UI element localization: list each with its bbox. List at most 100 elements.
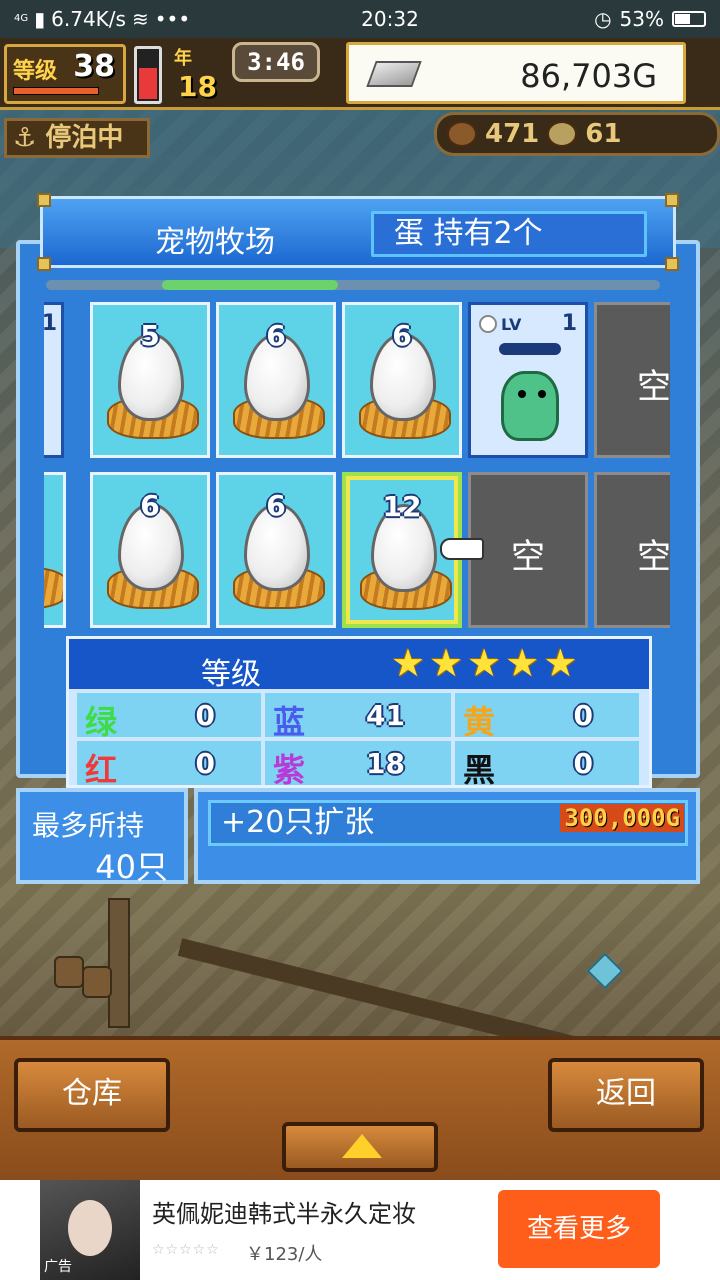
- portrait-icon: [68, 1200, 112, 1256]
- day-value: 18: [178, 70, 217, 103]
- stat-color-name: 黑: [463, 751, 496, 789]
- empty-label: 空: [637, 537, 670, 577]
- status-time: 20:32: [361, 7, 419, 31]
- exp-bar: [13, 87, 99, 95]
- ad-image[interactable]: 广告: [40, 1180, 140, 1280]
- status-left: 4G ▮ 6.74K/s ≋ •••: [14, 7, 254, 31]
- stat-color-name: 绿: [85, 703, 118, 741]
- egg-slot[interactable]: 6: [216, 472, 336, 628]
- bottom-bar: 仓库 返回: [0, 1036, 720, 1180]
- scroll-thumb[interactable]: [162, 280, 338, 290]
- corner-ornament: [37, 257, 51, 271]
- level-stats: 等级 ★ ★ ★ ★ ★ 绿 0 蓝 41 黄 0 红 0 紫 18 黑 0: [66, 636, 652, 789]
- capacity-label: 最多所持: [32, 809, 145, 842]
- ad-price: ￥123/人: [246, 1244, 323, 1265]
- stamina-gauge: [134, 46, 162, 104]
- stat-color-name: 蓝: [273, 703, 306, 741]
- stats-title: 等级: [201, 657, 261, 692]
- coin-icon: [547, 121, 578, 147]
- egg-count: 蛋 持有2个: [371, 211, 647, 257]
- network-speed: 6.74K/s: [51, 7, 126, 31]
- pet-slot-partial[interactable]: 1: [44, 302, 64, 458]
- warehouse-button[interactable]: 仓库: [14, 1058, 170, 1132]
- star-icon: ★: [467, 641, 502, 685]
- more-dots: •••: [154, 7, 191, 31]
- network-type: 4G: [14, 13, 29, 24]
- empty-label: 空: [637, 367, 670, 407]
- stats-row: 绿 0 蓝 41 黄 0: [77, 693, 643, 741]
- egg-slot[interactable]: 6: [216, 302, 336, 458]
- battery-icon: [672, 11, 706, 27]
- ad-cta-button[interactable]: 查看更多: [498, 1190, 660, 1268]
- dock-status-label: 停泊中: [45, 123, 124, 153]
- ad-headline[interactable]: 英佩妮迪韩式半永久定妆: [152, 1194, 416, 1229]
- gold-display: 86,703G: [346, 42, 686, 104]
- egg-slot-partial[interactable]: [44, 472, 66, 628]
- egg-slot[interactable]: 6: [90, 472, 210, 628]
- game-clock: 3:46: [232, 42, 320, 82]
- date-box: 年 18: [170, 44, 230, 104]
- pet-level: 1: [44, 311, 57, 336]
- corner-ornament: [665, 193, 679, 207]
- gold-amount: 86,703G: [520, 57, 657, 95]
- barrel: [82, 966, 112, 998]
- expand-box: +20只扩张 300,000G: [194, 788, 700, 884]
- star-icon: ★: [391, 641, 426, 685]
- ad-tag: 广告: [44, 1259, 72, 1275]
- star-rating: ★ ★ ★ ★ ★: [391, 643, 577, 683]
- element-orb-icon: [479, 315, 497, 333]
- empty-slot[interactable]: 空: [468, 472, 588, 628]
- panel-title: 宠物牧场: [155, 225, 275, 260]
- egg-number: 6: [266, 489, 286, 522]
- corner-ornament: [665, 257, 679, 271]
- ad-rating: ☆☆☆☆☆: [152, 1242, 220, 1258]
- resource-b-value: 61: [585, 119, 622, 149]
- star-icon: ★: [505, 641, 540, 685]
- pet-level: 1: [561, 311, 577, 336]
- pet-slot[interactable]: LV 1: [468, 302, 588, 458]
- back-button[interactable]: 返回: [548, 1058, 704, 1132]
- expand-label: +20只扩张: [221, 805, 375, 840]
- egg-number: 5: [140, 319, 160, 352]
- corner-ornament: [37, 193, 51, 207]
- level-value: 38: [73, 49, 115, 84]
- egg-number: 6: [266, 319, 286, 352]
- egg-number: 6: [140, 489, 160, 522]
- stat-cell: 黑0: [455, 741, 639, 789]
- stat-cell: 紫 18: [265, 741, 451, 789]
- barrel: [54, 956, 84, 988]
- dock-status: ⚓ 停泊中: [4, 118, 150, 158]
- expand-cost: 300,000G: [560, 804, 684, 832]
- stat-color-name: 紫: [273, 751, 306, 789]
- pet-level-prefix: LV: [501, 315, 522, 334]
- stat-cell: 蓝 41: [265, 693, 451, 741]
- grid-scrollbar[interactable]: [46, 280, 660, 290]
- resource-bar: 471 61: [434, 112, 720, 156]
- ship-mast: [108, 898, 130, 1028]
- top-hud: 等级 38 年 18 3:46 86,703G: [0, 38, 720, 110]
- gem-icon[interactable]: [586, 952, 624, 990]
- resource-a-value: 471: [485, 119, 540, 149]
- level-label: 等级: [13, 59, 58, 84]
- stat-cell: 绿0: [77, 693, 261, 741]
- stat-value: 0: [573, 747, 593, 780]
- star-icon: ★: [429, 641, 464, 685]
- stat-color-name: 黄: [463, 703, 496, 741]
- wood-icon: [447, 121, 477, 147]
- empty-slot[interactable]: 空: [594, 472, 670, 628]
- empty-label: 空: [511, 537, 545, 577]
- egg-slot[interactable]: 5: [90, 302, 210, 458]
- pointer-hand-icon: [440, 538, 484, 560]
- stat-color-name: 红: [85, 751, 118, 789]
- battery-percent: 53%: [619, 7, 664, 31]
- empty-slot[interactable]: 空: [594, 302, 670, 458]
- stat-value: 0: [573, 699, 593, 732]
- egg-number: 6: [392, 319, 412, 352]
- expand-menu-button[interactable]: [282, 1122, 438, 1172]
- capacity-box: 最多所持 40只: [16, 788, 188, 886]
- nest-icon: [44, 567, 63, 609]
- status-right: ◷ 53%: [556, 7, 706, 31]
- egg-slot[interactable]: 6: [342, 302, 462, 458]
- stat-value: 41: [366, 699, 405, 732]
- ad-banner[interactable]: 广告 英佩妮迪韩式半永久定妆 ☆☆☆☆☆ ￥123/人 查看更多: [0, 1180, 720, 1280]
